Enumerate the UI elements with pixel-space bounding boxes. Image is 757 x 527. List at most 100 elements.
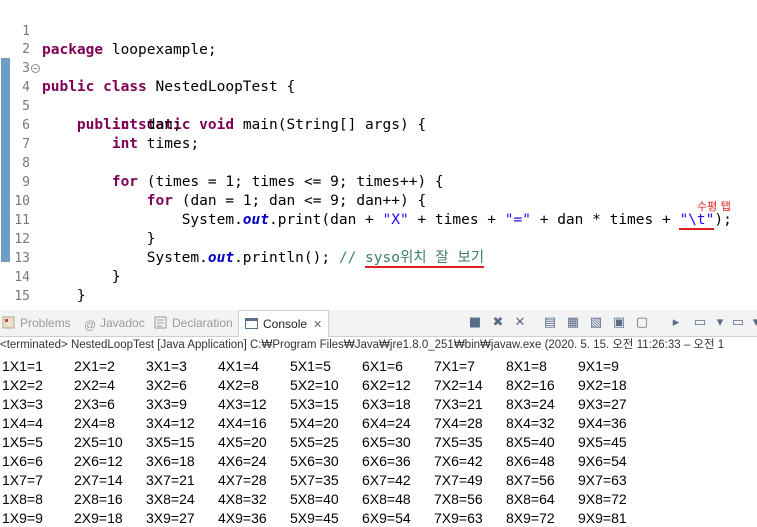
code-line: 8 for (times = 1; times <= 9; times++) {: [0, 135, 757, 190]
tab-declaration[interactable]: Declaration: [154, 310, 233, 336]
console-cell: 5X9=45: [290, 510, 339, 526]
console-icon: [245, 313, 259, 329]
console-cell: 3X6=18: [146, 453, 195, 469]
console-cell: 3X4=12: [146, 415, 195, 431]
console-cell: 6X3=18: [362, 396, 411, 412]
code-line: 4 − public static void main(String[] arg…: [0, 59, 757, 133]
code-line: 5 int dan;: [0, 78, 757, 133]
console-cell: 7X8=56: [434, 491, 483, 507]
console-cell: 2X6=12: [74, 453, 123, 469]
remove-all-icon[interactable]: ✕: [512, 315, 528, 331]
tab-problems[interactable]: Problems: [2, 310, 71, 336]
console-cell: 9X1=9: [578, 358, 619, 374]
console-cell: 6X4=24: [362, 415, 411, 431]
console-cell: 8X3=24: [506, 396, 555, 412]
console-cell: 4X5=20: [218, 434, 267, 450]
console-cell: 1X5=5: [2, 434, 43, 450]
view-menu-icon[interactable]: ▭: [692, 315, 708, 331]
console-cell: 7X9=63: [434, 510, 483, 526]
console-cell: 4X4=16: [218, 415, 267, 431]
fold-toggle-icon[interactable]: −: [31, 64, 40, 73]
console-cell: 1X6=6: [2, 453, 43, 469]
code-line: 11 }: [0, 192, 757, 247]
console-cell: 9X3=27: [578, 396, 627, 412]
console-cell: 4X3=12: [218, 396, 267, 412]
console-cell: 5X6=30: [290, 453, 339, 469]
annotation-label: 수평 탭: [697, 200, 731, 213]
declaration-icon: [154, 312, 168, 329]
code-editor[interactable]: 1 package loopexample; 2 3 public class …: [0, 0, 757, 305]
console-cell: 4X1=4: [218, 358, 259, 374]
console-cell: 2X1=2: [74, 358, 115, 374]
console-cell: 9X4=36: [578, 415, 627, 431]
tab-console[interactable]: Console ✕: [238, 310, 330, 337]
tab-label: Declaration: [172, 316, 233, 330]
console-cell: 7X7=49: [434, 472, 483, 488]
console-cell: 6X9=54: [362, 510, 411, 526]
code-line: 1 package loopexample;: [0, 3, 757, 58]
console-cell: 6X6=36: [362, 453, 411, 469]
console-cell: 5X3=15: [290, 396, 339, 412]
console-output[interactable]: <terminated> NestedLoopTest [Java Applic…: [0, 337, 757, 527]
console-cell: 3X5=15: [146, 434, 195, 450]
console-cell: 5X4=20: [290, 415, 339, 431]
console-cell: 1X8=8: [2, 491, 43, 507]
console-cell: 5X8=40: [290, 491, 339, 507]
code-line: 2: [0, 21, 757, 57]
code-line: 14 }: [0, 249, 757, 304]
console-cell: 5X7=35: [290, 472, 339, 488]
scroll-lock-icon[interactable]: ▤: [542, 315, 558, 331]
console-cell: 2X5=10: [74, 434, 123, 450]
console-cell: 3X2=6: [146, 377, 187, 393]
console-cell: 4X6=24: [218, 453, 267, 469]
console-cell: 6X8=48: [362, 491, 411, 507]
show-output-icon[interactable]: ▦: [565, 315, 581, 331]
code-line: 3 public class NestedLoopTest {: [0, 40, 757, 95]
console-cell: 8X1=8: [506, 358, 547, 374]
console-cell: 4X7=28: [218, 472, 267, 488]
console-cell: 4X9=36: [218, 510, 267, 526]
console-cell: 2X9=18: [74, 510, 123, 526]
console-cell: 8X9=72: [506, 510, 555, 526]
remove-launch-icon[interactable]: ✖: [490, 315, 506, 331]
at-icon: @: [84, 318, 97, 332]
console-cell: 2X7=14: [74, 472, 123, 488]
console-cell: 5X2=10: [290, 377, 339, 393]
pin-console-icon[interactable]: ▧: [588, 315, 604, 331]
tab-label: Javadoc: [100, 316, 145, 330]
console-cell: 9X7=63: [578, 472, 627, 488]
tab-label: Console: [263, 317, 308, 331]
console-cell: 3X1=3: [146, 358, 187, 374]
minimize-icon[interactable]: ▭: [730, 315, 746, 331]
console-cell: 6X1=6: [362, 358, 403, 374]
console-status: <terminated> NestedLoopTest [Java Applic…: [0, 339, 725, 351]
console-cell: 2X2=4: [74, 377, 115, 393]
terminate-icon[interactable]: ■: [467, 315, 483, 331]
console-cell: 5X5=25: [290, 434, 339, 450]
console-cell: 4X8=32: [218, 491, 267, 507]
console-cell: 6X5=30: [362, 434, 411, 450]
display-console-icon[interactable]: ▣: [611, 315, 627, 331]
close-icon[interactable]: ✕: [313, 319, 322, 331]
chevron-down-icon[interactable]: ▾: [748, 315, 757, 331]
console-cell: 8X4=32: [506, 415, 555, 431]
console-cell: 7X2=14: [434, 377, 483, 393]
code-line: 13 }: [0, 230, 757, 285]
new-console-icon[interactable]: ▸: [668, 315, 684, 331]
tab-javadoc[interactable]: @ Javadoc: [84, 310, 145, 336]
console-cell: 2X3=6: [74, 396, 115, 412]
console-cell: 8X8=64: [506, 491, 555, 507]
console-cell: 1X1=1: [2, 358, 43, 374]
code-line: 6 int times;: [0, 97, 757, 152]
open-console-icon[interactable]: ▢: [634, 315, 650, 331]
bottom-panel-tabbar: Problems @ Javadoc Declaration Console ✕ ■…: [0, 310, 757, 337]
chevron-down-icon[interactable]: ▾: [712, 315, 728, 331]
console-cell: 1X9=9: [2, 510, 43, 526]
code-line: 15 }: [0, 268, 757, 304]
console-cell: 1X3=3: [2, 396, 43, 412]
console-cell: 2X4=8: [74, 415, 115, 431]
console-cell: 3X8=24: [146, 491, 195, 507]
console-cell: 8X2=16: [506, 377, 555, 393]
console-cell: 7X5=35: [434, 434, 483, 450]
console-cell: 1X7=7: [2, 472, 43, 488]
